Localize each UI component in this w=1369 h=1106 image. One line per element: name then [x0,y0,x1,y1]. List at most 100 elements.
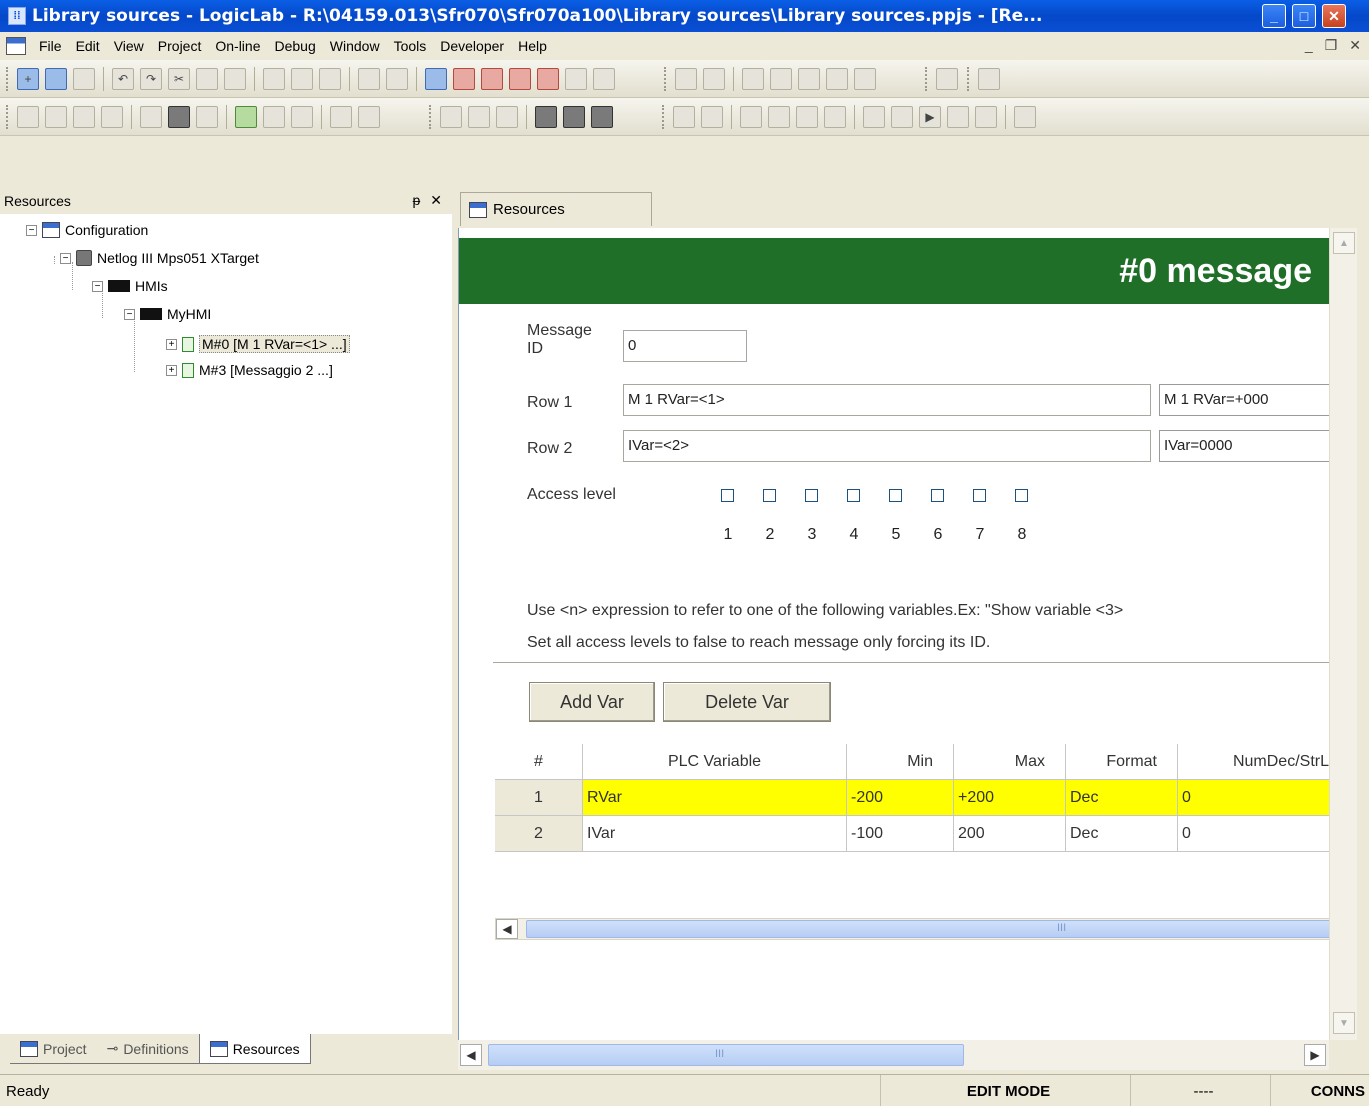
step-over-icon[interactable] [947,105,969,128]
step-out-icon[interactable] [796,105,818,128]
menu-edit[interactable]: Edit [69,38,107,54]
save-icon[interactable] [73,67,95,90]
select-pointer-icon[interactable] [440,105,462,128]
pane-close-icon[interactable]: ✕ [430,192,442,209]
open-project-icon[interactable] [45,67,67,90]
run-icon[interactable]: ▶ [919,105,941,128]
grid-horizontal-scrollbar[interactable]: ◀ III [495,918,1329,940]
access-level-4-checkbox[interactable] [847,489,860,502]
row2-input[interactable]: IVar=<2> [623,430,1151,462]
column-header[interactable]: Format [1066,744,1178,780]
undo-icon[interactable]: ↶ [112,67,134,90]
column-header[interactable]: Max [954,744,1066,780]
document-window-icon[interactable] [6,37,26,55]
goto-line-icon[interactable] [196,105,218,128]
table-row[interactable]: 2 IVar -100 200 Dec 0 [495,816,1329,852]
delete-var-button[interactable]: Delete Var [663,682,831,722]
plc-variable-cell[interactable]: IVar [583,816,847,852]
print-icon[interactable] [358,67,380,90]
scroll-left-icon[interactable]: ◀ [496,919,518,939]
mdi-minimize-button[interactable]: _ [1305,37,1313,54]
add-var-button[interactable]: Add Var [529,682,655,722]
new-variable-icon[interactable] [45,105,67,128]
expand-icon[interactable]: + [166,338,177,350]
numdec-cell[interactable]: 0 [1178,780,1329,816]
oscilloscope-icon[interactable] [537,67,559,90]
new-project-icon[interactable]: + [17,67,39,90]
step-into-icon[interactable] [768,105,790,128]
ladder-nc-contact-icon[interactable] [770,67,792,90]
toolbar-grip[interactable] [662,104,666,129]
ladder-p-contact-icon[interactable] [798,67,820,90]
menu-developer[interactable]: Developer [433,38,511,54]
message-id-input[interactable]: 0 [623,330,747,362]
column-header[interactable]: NumDec/StrL [1178,744,1329,780]
ladder-no-contact-icon[interactable] [742,67,764,90]
tab-definitions[interactable]: ⊸ Definitions [96,1034,199,1064]
minimize-button[interactable]: _ [1262,4,1286,28]
menu-project[interactable]: Project [151,38,209,54]
insert-row-icon[interactable] [101,105,123,128]
menu-online[interactable]: On-line [208,38,267,54]
new-table-icon[interactable] [73,105,95,128]
function-block-icon[interactable] [535,105,557,128]
target-settings-icon[interactable] [291,105,313,128]
toolbar-grip[interactable] [6,104,10,129]
tree-node-message-3[interactable]: + M#3 [Messaggio 2 ...] [166,358,333,382]
ladder-coil-icon[interactable] [675,67,697,90]
find-icon[interactable] [263,67,285,90]
watch-window-icon[interactable] [975,105,997,128]
document-bar-icon[interactable] [593,67,615,90]
step-icon[interactable] [740,105,762,128]
toolbar-grip[interactable] [429,104,433,129]
access-level-1-checkbox[interactable] [721,489,734,502]
trigger-icon[interactable] [1014,105,1036,128]
format-cell[interactable]: Dec [1066,780,1178,816]
min-cell[interactable]: -100 [847,816,954,852]
menu-help[interactable]: Help [511,38,554,54]
disabled-b-icon[interactable] [358,105,380,128]
column-header[interactable]: PLC Variable [583,744,847,780]
tab-resources-document[interactable]: Resources [460,192,652,226]
tree-node-message-0[interactable]: + M#0 [M 1 RVar=<1> ...] [166,332,350,356]
editor-horizontal-scrollbar[interactable]: ◀ III ▶ [458,1040,1329,1070]
breakpoint-icon[interactable] [863,105,885,128]
ladder-coil-add-icon[interactable] [854,67,876,90]
menu-debug[interactable]: Debug [268,38,323,54]
print-preview-icon[interactable] [386,67,408,90]
maximize-button[interactable]: □ [1292,4,1316,28]
cross-reference-icon[interactable] [701,105,723,128]
connect-line-icon[interactable] [468,105,490,128]
connect-icon[interactable] [235,105,257,128]
column-header[interactable]: Min [847,744,954,780]
access-level-2-checkbox[interactable] [763,489,776,502]
tree-node-hmis[interactable]: − HMIs [92,274,168,298]
pin-icon[interactable]: ᵽ [412,192,420,209]
close-button[interactable]: ✕ [1322,4,1346,28]
constant-block-icon[interactable] [591,105,613,128]
properties-icon[interactable] [565,67,587,90]
expand-icon[interactable]: + [166,364,177,376]
zoom-icon[interactable] [496,105,518,128]
panel-icon[interactable] [978,67,1000,90]
access-level-8-checkbox[interactable] [1015,489,1028,502]
access-level-5-checkbox[interactable] [889,489,902,502]
max-cell[interactable]: 200 [954,816,1066,852]
toolbar-grip[interactable] [6,66,10,91]
scrollbar-thumb[interactable]: III [488,1044,964,1066]
redo-icon[interactable]: ↷ [140,67,162,90]
mdi-restore-button[interactable]: ❐ [1325,37,1338,54]
tab-project[interactable]: Project [10,1034,97,1064]
scroll-right-icon[interactable]: ▶ [1304,1044,1326,1066]
collapse-icon[interactable]: − [92,280,103,292]
max-cell[interactable]: +200 [954,780,1066,816]
paste-icon[interactable] [224,67,246,90]
collapse-icon[interactable]: − [60,252,71,264]
toolbar-grip[interactable] [664,66,668,91]
new-object-icon[interactable] [17,105,39,128]
access-level-6-checkbox[interactable] [931,489,944,502]
output-icon[interactable] [453,67,475,90]
menu-window[interactable]: Window [323,38,387,54]
table-row[interactable]: 1 RVar -200 +200 Dec 0 [495,780,1329,816]
access-level-7-checkbox[interactable] [973,489,986,502]
